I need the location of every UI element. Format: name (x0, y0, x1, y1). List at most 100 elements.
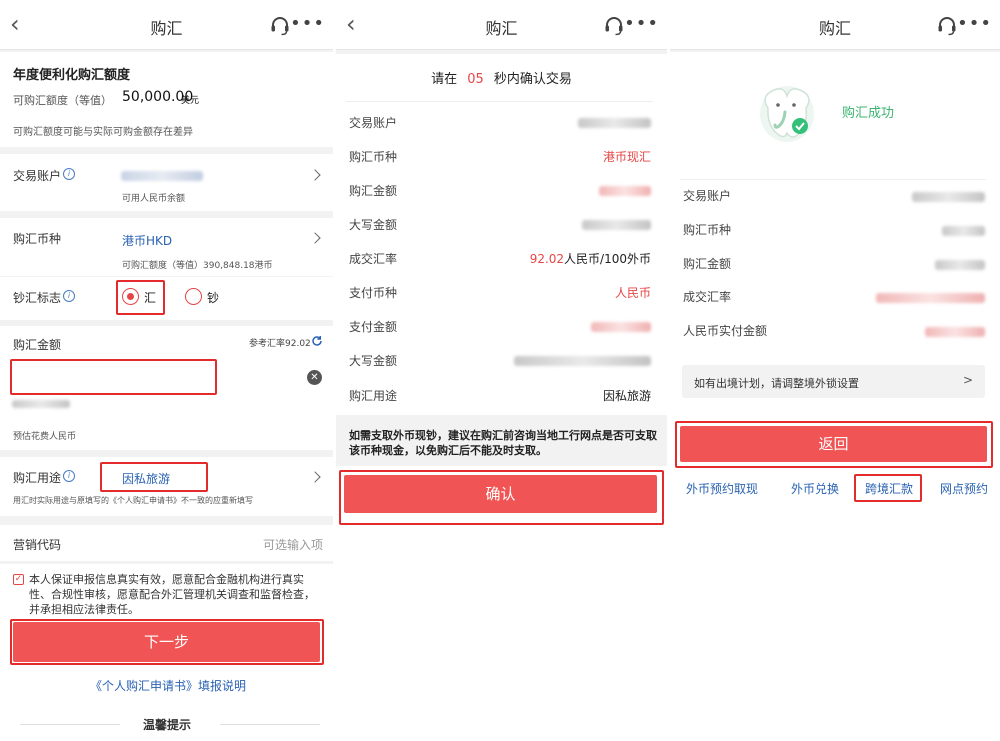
chevron-right-icon[interactable] (309, 232, 321, 244)
masked-value (935, 260, 985, 270)
masked-value (578, 118, 651, 128)
row-value: 港币现汇 (602, 150, 651, 164)
more-menu-icon[interactable]: ••• (624, 14, 659, 34)
account-row[interactable]: 交易账户 i 可用人民币余额 (0, 154, 333, 211)
info-icon[interactable]: i (63, 470, 75, 482)
promo-input[interactable]: 可选输入项 (263, 536, 323, 553)
radio-remit-selected[interactable] (122, 288, 139, 305)
link-currency-exchange[interactable]: 外币兑换 (791, 480, 839, 497)
info-icon[interactable]: i (63, 290, 75, 302)
row-label: 大写金额 (349, 354, 398, 368)
form-help-link[interactable]: 《个人购汇申请书》填报说明 (90, 677, 246, 694)
purpose-value: 因私旅游 (122, 472, 171, 486)
promo-code-row[interactable]: 营销代码 可选输入项 (0, 525, 333, 561)
masked-value (925, 327, 985, 337)
row-label: 成交汇率 (683, 290, 732, 304)
row-label: 支付币种 (349, 286, 398, 300)
nav-bar: 购汇 ••• (670, 0, 1000, 50)
headset-icon[interactable] (936, 14, 958, 36)
masked-value (599, 186, 651, 196)
detail-row: 购汇金额 (336, 174, 667, 208)
link-branch-appointment[interactable]: 网点预约 (940, 480, 988, 497)
currency-row[interactable]: 购汇币种 港币HKD 可购汇额度（等值）390,848.18港币 (0, 218, 333, 276)
detail-row: 成交汇率 92.02人民币/100外币 (336, 242, 667, 276)
radio-cash-label: 钞 (207, 291, 220, 305)
quota-unit: 美元 (181, 96, 200, 106)
nav-bar: ‹ 购汇 ••• (336, 0, 667, 50)
agreement-section: ✓ 本人保证申报信息真实有效，愿意配合金融机构进行真实性、合规性审核，愿意配合外… (0, 564, 333, 741)
detail-row: 成交汇率 (670, 280, 1000, 314)
account-label: 交易账户 (13, 169, 62, 183)
chevron-right-icon[interactable] (309, 471, 321, 483)
amount-label: 购汇金额 (13, 338, 62, 352)
success-text: 购汇成功 (842, 106, 895, 121)
flag-label: 钞汇标志 (13, 291, 62, 305)
quota-title: 年度便利化购汇额度 (13, 68, 131, 83)
promo-label: 营销代码 (13, 538, 62, 552)
row-label: 大写金额 (349, 218, 398, 232)
row-label: 购汇金额 (349, 184, 398, 198)
highlight-box (10, 619, 324, 665)
headset-icon[interactable] (603, 14, 625, 36)
info-icon[interactable]: i (63, 168, 75, 180)
masked-value (876, 293, 985, 303)
refresh-icon[interactable] (311, 335, 323, 347)
link-foreign-cash-appointment[interactable]: 外币预约取现 (686, 480, 758, 497)
confirm-footer: 确认 (336, 466, 667, 741)
currency-sub: 可购汇额度（等值）390,848.18港币 (122, 261, 273, 271)
tips-title: 温馨提示 (143, 718, 192, 732)
headset-icon[interactable] (269, 14, 291, 36)
more-menu-icon[interactable]: ••• (290, 14, 325, 34)
masked-value (514, 356, 651, 366)
masked-value (912, 192, 985, 202)
rate-number: 92.02 (529, 252, 565, 266)
highlight-box (854, 474, 922, 502)
row-label: 成交汇率 (349, 252, 398, 266)
nav-bar: ‹ 购汇 ••• (0, 0, 333, 50)
quota-note: 可购汇额度可能与实际可购金额存在差异 (13, 127, 193, 138)
divider (20, 724, 120, 725)
confirm-detail-card: 请在 05 秒内确认交易 交易账户 购汇币种 港币现汇 购汇金额 大写金额 成交… (336, 54, 667, 415)
countdown-value: 05 (467, 72, 484, 87)
reference-rate: 参考汇率92.02 (249, 339, 311, 349)
countdown-suffix: 秒内确认交易 (493, 72, 572, 87)
row-value: 人民币 (614, 286, 651, 300)
quota-section: 年度便利化购汇额度 可购汇额度（等值） 50,000.00 美元 可购汇额度可能… (0, 52, 333, 147)
purpose-label: 购汇用途 (13, 471, 62, 485)
elephant-mascot-icon (760, 86, 814, 142)
account-sub: 可用人民币余额 (122, 194, 186, 204)
currency-label: 购汇币种 (13, 232, 62, 246)
outbound-lock-banner[interactable]: 如有出境计划，请调整境外锁设置 > (682, 365, 985, 398)
highlight-box (339, 470, 664, 525)
clear-input-icon[interactable]: ✕ (307, 370, 322, 385)
amount-input[interactable] (10, 359, 217, 395)
result-footer: 返回 外币预约取现 外币兑换 跨境汇款 网点预约 (670, 414, 1000, 741)
detail-row: 交易账户 (670, 179, 1000, 213)
radio-cash[interactable] (185, 288, 202, 305)
detail-row: 人民币实付金额 (670, 314, 1000, 348)
radio-remit-label: 汇 (144, 291, 157, 305)
detail-row: 大写金额 (336, 208, 667, 242)
masked-value (591, 322, 651, 332)
row-label: 交易账户 (683, 189, 732, 203)
divider (346, 101, 653, 102)
more-menu-icon[interactable]: ••• (957, 14, 992, 34)
confirm-screen: ‹ 购汇 ••• 请在 05 秒内确认交易 交易账户 购汇币种 港币现汇 购汇金… (336, 0, 667, 741)
countdown-text: 请在 05 秒内确认交易 (336, 68, 667, 87)
detail-row: 交易账户 (336, 106, 667, 140)
detail-row: 支付币种 人民币 (336, 276, 667, 310)
estimate-label: 预估花费人民币 (13, 432, 77, 442)
detail-row: 大写金额 (336, 344, 667, 378)
cash-withdrawal-notice: 如需支取外币现钞，建议在购汇前咨询当地工行网点是否可支取该币种现金，以免购汇后不… (349, 429, 657, 457)
currency-value: 港币HKD (122, 234, 173, 248)
row-label: 购汇用途 (349, 389, 398, 403)
countdown-prefix: 请在 (431, 72, 458, 87)
purpose-note: 用汇时实际用途与原填写的《个人购汇申请书》不一致的应重新填写 (13, 496, 253, 505)
agreement-checkbox[interactable]: ✓ (13, 574, 24, 585)
chevron-right-icon[interactable] (309, 169, 321, 181)
purpose-row[interactable]: 购汇用途 i 因私旅游 用汇时实际用途与原填写的《个人购汇申请书》不一致的应重新… (0, 457, 333, 516)
detail-row: 购汇币种 (670, 213, 1000, 247)
masked-value (582, 220, 651, 230)
outbound-text: 如有出境计划，请调整境外锁设置 (694, 377, 859, 390)
chevron-right-icon: > (962, 373, 973, 387)
